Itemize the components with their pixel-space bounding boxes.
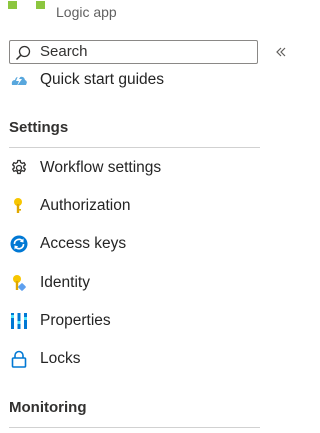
nav-item-identity[interactable]: Identity <box>0 264 262 302</box>
nav-label: Authorization <box>40 197 131 214</box>
nav-item-workflow-settings[interactable]: Workflow settings <box>0 149 262 187</box>
search-icon <box>15 45 31 61</box>
identity-key-icon <box>10 274 28 292</box>
nav-item-access-keys[interactable]: Access keys <box>0 225 262 263</box>
nav-label: Properties <box>40 312 111 329</box>
double-chevron-left-icon[interactable] <box>274 44 286 60</box>
properties-bars-icon <box>10 312 28 330</box>
nav-label: Quick start guides <box>40 71 165 88</box>
app-subtitle: Logic app <box>56 4 117 20</box>
nav-item-quick-start-guides[interactable]: Quick start guides <box>0 61 262 99</box>
section-header-monitoring: Monitoring <box>9 399 87 416</box>
divider <box>9 427 260 428</box>
nav-label: Locks <box>40 350 81 367</box>
nav-item-locks[interactable]: Locks <box>0 340 262 378</box>
nav-item-authorization[interactable]: Authorization <box>0 187 262 225</box>
lock-icon <box>10 350 28 368</box>
section-header-settings: Settings <box>9 119 69 136</box>
nav-label: Workflow settings <box>40 159 162 176</box>
app-logo <box>8 0 48 12</box>
gear-icon <box>10 159 28 177</box>
nav-item-properties[interactable]: Properties <box>0 302 262 340</box>
nav-label: Access keys <box>40 235 127 252</box>
refresh-key-icon <box>10 235 28 253</box>
search-placeholder: Search <box>40 43 88 60</box>
divider <box>9 147 260 148</box>
nav-label: Identity <box>40 274 90 291</box>
cloud-lightning-icon <box>10 71 28 89</box>
key-icon <box>10 197 28 215</box>
